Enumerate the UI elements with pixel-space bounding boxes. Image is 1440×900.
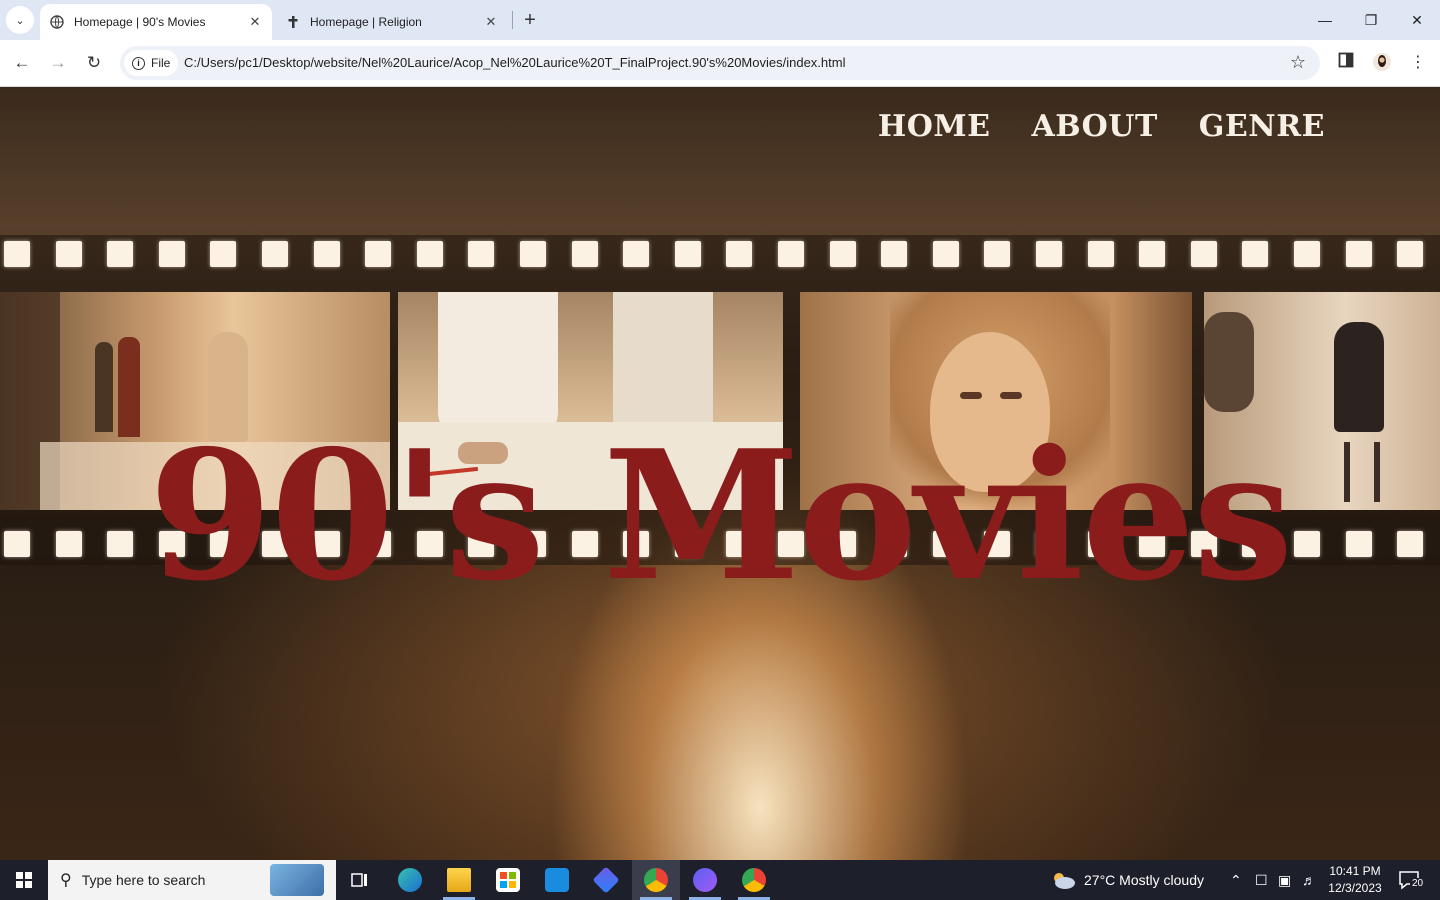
windows-taskbar: ⚲ Type here to search 27°C Mostly cloudy… bbox=[0, 860, 1440, 900]
volume-icon[interactable]: ♬ bbox=[1302, 860, 1316, 900]
network-icon[interactable]: ▣ bbox=[1278, 860, 1291, 900]
address-bar[interactable]: i File C:/Users/pc1/Desktop/website/Nel%… bbox=[120, 46, 1320, 80]
film-perforation bbox=[675, 241, 701, 267]
edge-browser-icon[interactable] bbox=[386, 860, 434, 900]
film-perforation bbox=[726, 241, 752, 267]
chrome-profile-icon[interactable] bbox=[730, 860, 778, 900]
side-panel-icon[interactable] bbox=[1334, 52, 1358, 73]
film-perforation bbox=[1088, 241, 1114, 267]
weather-widget[interactable]: 27°C Mostly cloudy bbox=[1050, 860, 1204, 900]
profile-avatar[interactable] bbox=[1370, 52, 1394, 77]
close-tab-icon[interactable]: ✕ bbox=[246, 13, 264, 31]
film-perforation bbox=[159, 241, 185, 267]
taskbar-search-box[interactable]: ⚲ Type here to search bbox=[48, 860, 336, 900]
media-app-icon[interactable] bbox=[582, 860, 630, 900]
browser-tab-strip: ⌄ Homepage | 90's Movies ✕ Homepage | Re… bbox=[0, 0, 1440, 40]
info-icon: i bbox=[132, 56, 145, 70]
nav-link-about[interactable]: ABOUT bbox=[1031, 109, 1157, 144]
restore-icon[interactable]: ❐ bbox=[1348, 0, 1394, 40]
nav-link-home[interactable]: HOME bbox=[878, 109, 991, 144]
film-perforation bbox=[417, 241, 443, 267]
windows-logo-icon bbox=[16, 872, 32, 888]
film-perforation bbox=[933, 241, 959, 267]
menu-kebab-icon[interactable]: ⋮ bbox=[1406, 52, 1430, 72]
show-hidden-icons-chevron-icon[interactable]: ⌃ bbox=[1230, 860, 1242, 900]
back-arrow-icon[interactable]: ← bbox=[7, 48, 37, 78]
tab-title: Homepage | 90's Movies bbox=[74, 15, 206, 29]
film-perforations-top bbox=[0, 241, 1440, 271]
tab-religion[interactable]: Homepage | Religion ✕ bbox=[276, 4, 508, 40]
site-info-label: File bbox=[151, 56, 171, 70]
system-clock[interactable]: 10:41 PM 12/3/2023 bbox=[1320, 863, 1390, 897]
film-perforation bbox=[468, 241, 494, 267]
film-perforation bbox=[1242, 241, 1268, 267]
nav-link-genre[interactable]: GENRE bbox=[1199, 109, 1325, 144]
film-perforation bbox=[778, 241, 804, 267]
film-perforation bbox=[1397, 241, 1423, 267]
bookmark-star-icon[interactable]: ☆ bbox=[1290, 52, 1306, 73]
meet-now-icon[interactable]: ☐ bbox=[1255, 860, 1268, 900]
site-info-chip[interactable]: i File bbox=[124, 50, 179, 76]
mail-icon[interactable] bbox=[533, 860, 581, 900]
browser-toolbar: ← → ↻ i File C:/Users/pc1/Desktop/websit… bbox=[0, 40, 1440, 87]
messenger-icon[interactable] bbox=[681, 860, 729, 900]
close-window-icon[interactable]: ✕ bbox=[1394, 0, 1440, 40]
hero-title: 90's Movies bbox=[148, 411, 1294, 620]
film-perforation bbox=[520, 241, 546, 267]
file-explorer-icon[interactable] bbox=[435, 860, 483, 900]
clock-time: 10:41 PM bbox=[1329, 864, 1381, 878]
film-perforation bbox=[1346, 241, 1372, 267]
task-view-icon[interactable] bbox=[336, 860, 384, 900]
film-perforation bbox=[1036, 241, 1062, 267]
film-perforation bbox=[623, 241, 649, 267]
forward-arrow-icon[interactable]: → bbox=[43, 48, 73, 78]
main-nav: HOME ABOUT GENRE bbox=[878, 109, 1325, 144]
start-button[interactable] bbox=[0, 860, 48, 900]
film-perforation bbox=[572, 241, 598, 267]
film-perforation bbox=[1139, 241, 1165, 267]
search-highlight-icon[interactable] bbox=[270, 864, 324, 896]
tab-search-button[interactable]: ⌄ bbox=[6, 6, 34, 34]
tab-title: Homepage | Religion bbox=[310, 15, 422, 29]
weather-text: 27°C Mostly cloudy bbox=[1084, 872, 1204, 888]
film-perforation bbox=[56, 241, 82, 267]
new-tab-button[interactable]: + bbox=[516, 6, 544, 34]
tab-divider bbox=[512, 11, 513, 29]
film-perforation bbox=[365, 241, 391, 267]
microsoft-store-icon[interactable] bbox=[484, 860, 532, 900]
film-perforation bbox=[1191, 241, 1217, 267]
film-perforation bbox=[881, 241, 907, 267]
search-placeholder: Type here to search bbox=[81, 872, 206, 888]
page-viewport: HOME ABOUT GENRE 90's Movies bbox=[0, 87, 1440, 860]
chrome-icon[interactable] bbox=[632, 860, 680, 900]
globe-icon bbox=[50, 15, 64, 29]
film-perforation bbox=[262, 241, 288, 267]
cross-icon bbox=[286, 15, 300, 29]
film-perforation bbox=[984, 241, 1010, 267]
minimize-icon[interactable]: — bbox=[1302, 0, 1348, 40]
chevron-down-icon: ⌄ bbox=[15, 14, 25, 27]
clock-date: 12/3/2023 bbox=[1328, 881, 1382, 895]
cloudy-weather-icon bbox=[1050, 870, 1076, 890]
notification-count: 20 bbox=[1410, 878, 1426, 889]
url-text[interactable]: C:/Users/pc1/Desktop/website/Nel%20Lauri… bbox=[184, 55, 845, 70]
film-perforation bbox=[4, 241, 30, 267]
notifications-icon[interactable]: 20 bbox=[1398, 860, 1426, 900]
tab-90s-movies[interactable]: Homepage | 90's Movies ✕ bbox=[40, 4, 272, 40]
film-perforation bbox=[314, 241, 340, 267]
search-icon: ⚲ bbox=[60, 872, 72, 889]
film-perforation bbox=[830, 241, 856, 267]
reload-icon[interactable]: ↻ bbox=[79, 48, 109, 78]
film-perforation bbox=[210, 241, 236, 267]
film-perforation bbox=[107, 241, 133, 267]
film-perforation bbox=[1294, 241, 1320, 267]
close-tab-icon[interactable]: ✕ bbox=[482, 13, 500, 31]
